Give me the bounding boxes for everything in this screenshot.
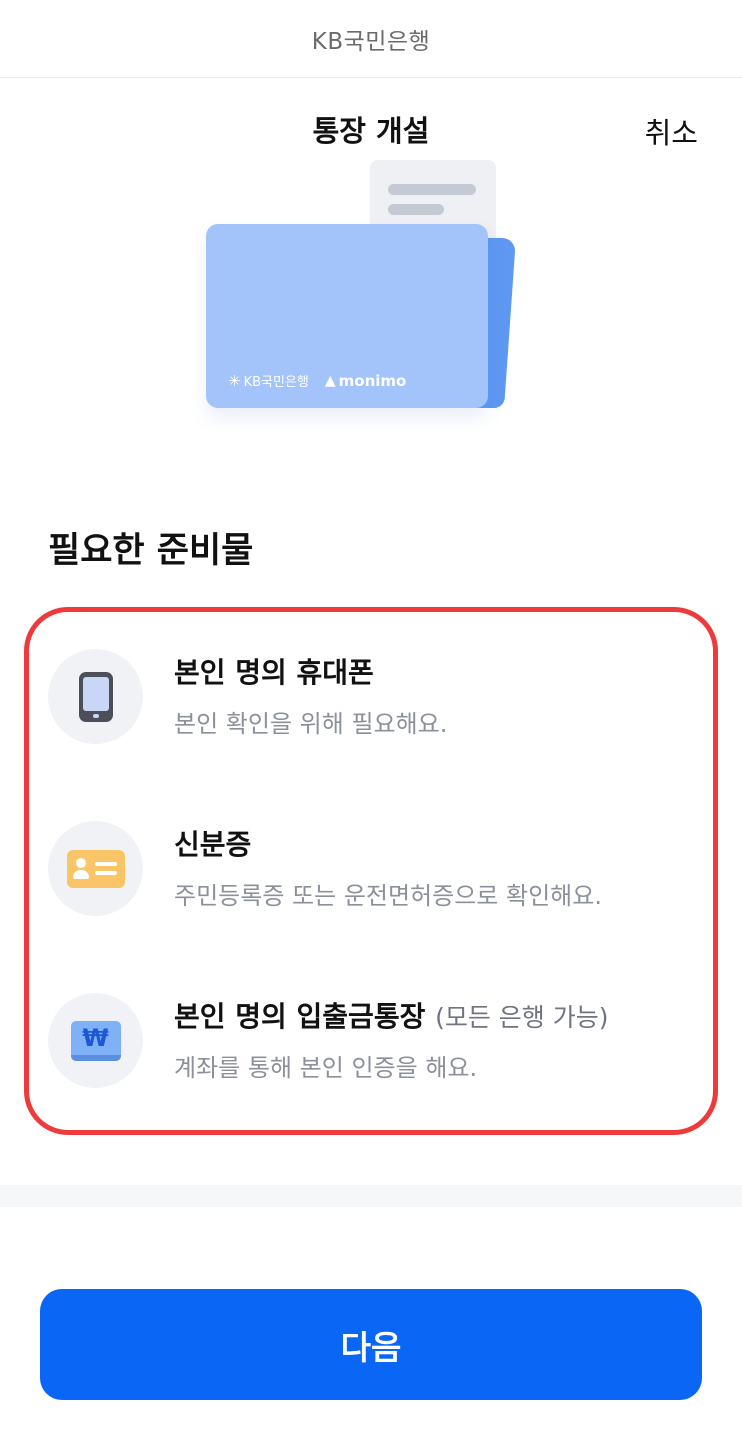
monimo-logo-text: monimo (338, 371, 407, 390)
requirement-description: 계좌를 통해 본인 인증을 해요. (174, 1054, 478, 1082)
kb-logo-text: KB국민은행 (243, 375, 309, 390)
cancel-button[interactable]: 취소 (645, 110, 698, 152)
monimo-m-icon: ▲ (324, 372, 336, 389)
requirement-title: 신분증 (174, 823, 251, 863)
next-button[interactable]: 다음 (40, 1289, 702, 1400)
kb-star-icon: ✳ (228, 371, 241, 390)
won-sign-icon: ₩ (82, 1023, 109, 1052)
requirement-title: 본인 명의 휴대폰 (174, 651, 374, 691)
page-title: 통장 개설 (312, 114, 430, 148)
requirement-title-text: 본인 명의 입출금통장 (174, 1000, 426, 1033)
requirement-title: 본인 명의 입출금통장 (모든 은행 가능) (174, 995, 609, 1035)
brand-logo-text: KB국민은행 (311, 28, 431, 55)
brand-bar: KB국민은행 (0, 0, 742, 78)
requirement-icon-circle (48, 649, 143, 744)
requirement-icon-circle (48, 821, 143, 916)
account-opening-screen: KB국민은행 통장 개설 취소 ✳ KB국민은행 ▲ monimo 필요한 준비… (0, 0, 742, 1440)
section-title: 필요한 준비물 (48, 531, 254, 571)
folder-logos: ✳ KB국민은행 ▲ monimo (228, 371, 406, 391)
phone-icon (78, 671, 113, 722)
kb-logo: ✳ KB국민은행 (228, 371, 309, 391)
requirement-item-phone: 본인 명의 휴대폰 본인 확인을 위해 필요해요. (48, 649, 708, 749)
folder-icon: ✳ KB국민은행 ▲ monimo (206, 224, 488, 408)
monimo-logo: ▲ monimo (325, 372, 406, 390)
requirement-title-text: 신분증 (174, 828, 252, 861)
requirement-item-bank-account: ₩ 본인 명의 입출금통장 (모든 은행 가능) 계좌를 통해 본인 인증을 해… (48, 993, 708, 1093)
requirement-icon-circle: ₩ (48, 993, 143, 1088)
section-divider (0, 1185, 742, 1207)
folder-illustration: ✳ KB국민은행 ▲ monimo (200, 160, 540, 420)
requirement-note: (모든 은행 가능) (435, 1003, 609, 1032)
bankbook-icon: ₩ (70, 1020, 121, 1061)
requirement-title-text: 본인 명의 휴대폰 (174, 656, 374, 689)
requirement-description: 본인 확인을 위해 필요해요. (174, 710, 448, 738)
requirement-item-id-card: 신분증 주민등록증 또는 운전면허증으로 확인해요. (48, 821, 708, 921)
id-card-icon (66, 849, 125, 888)
requirement-description: 주민등록증 또는 운전면허증으로 확인해요. (174, 882, 602, 910)
